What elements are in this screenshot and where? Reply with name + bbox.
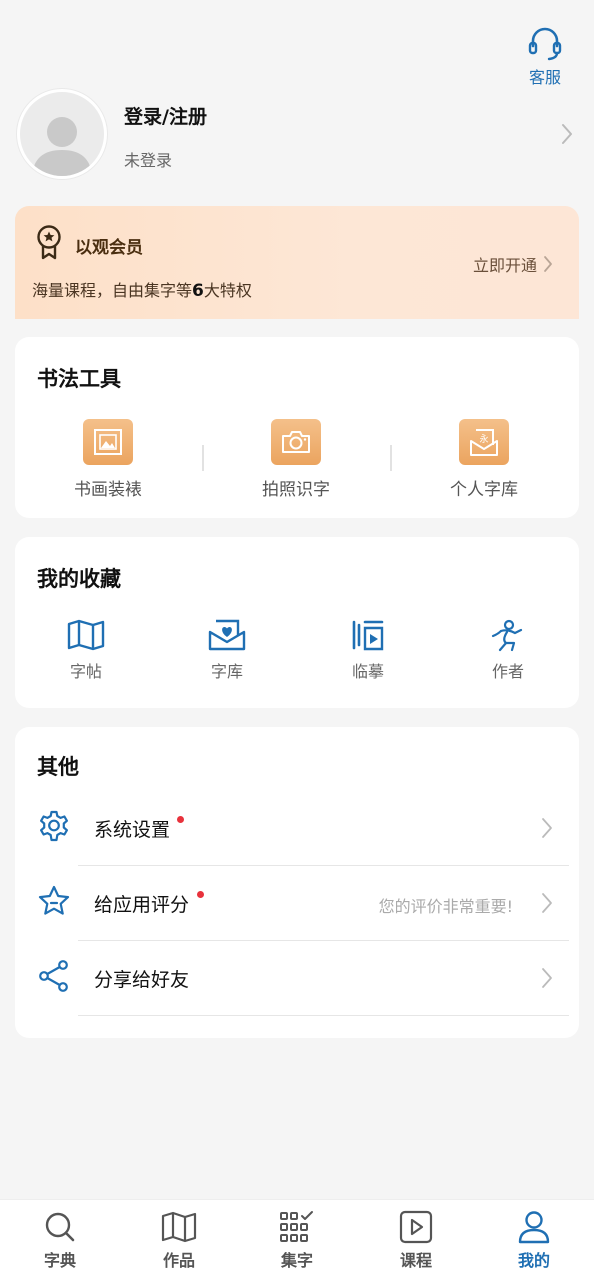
grid-check-icon [280,1211,313,1242]
favorite-label: 字帖 [69,662,102,681]
vip-title: 以观会员 [75,238,143,258]
headset-icon [528,27,562,61]
rate-app-label: 给应用评分 [94,894,190,916]
favorite-author[interactable]: 作者 [458,618,558,682]
favorites-title: 我的收藏 [37,567,121,591]
divider [390,445,392,471]
notification-dot [197,891,204,898]
search-icon [45,1212,75,1242]
rate-app-hint: 您的评价非常重要! [378,897,513,916]
share-icon [37,959,71,997]
tool-label: 书画装裱 [74,480,142,500]
vip-card[interactable]: 以观会员 海量课程，自由集字等6大特权 立即开通 [15,206,579,319]
customer-service-label: 客服 [528,68,561,87]
vip-privilege-count: 6 [192,281,204,301]
vip-activate-label: 立即开通 [473,256,538,275]
medal-icon [35,224,63,264]
tab-label: 我的 [517,1251,550,1270]
tab-collect-characters[interactable]: 集字 [257,1210,337,1271]
favorite-copy-practice[interactable]: 临摹 [318,618,418,682]
tab-dictionary[interactable]: 字典 [20,1210,100,1271]
rate-app-row[interactable]: 给应用评分 您的评价非常重要! [15,866,579,941]
gear-icon [37,809,71,847]
tab-courses[interactable]: 课程 [376,1210,456,1271]
camera-icon [271,419,321,465]
favorite-copybook[interactable]: 字帖 [36,618,136,682]
vip-description: 海量课程，自由集字等6大特权 [32,281,252,301]
divider [78,1015,569,1016]
book-icon [161,1211,197,1243]
svg-text:永: 永 [479,433,488,445]
share-label: 分享给好友 [94,969,190,991]
tool-label: 拍照识字 [262,480,330,500]
library-icon: 永 [459,419,509,465]
tool-photo-recognize[interactable]: 拍照识字 [221,419,371,500]
tool-mounting[interactable]: 书画装裱 [33,419,183,500]
star-icon [37,884,71,922]
play-icon [399,1210,433,1244]
tab-label: 作品 [162,1251,195,1270]
tools-title: 书法工具 [37,367,121,391]
other-card: 其他 系统设置 给应用评分 您的评价非常重要! 分享给好友 [15,727,579,1038]
settings-row[interactable]: 系统设置 [15,791,579,866]
other-title: 其他 [37,755,79,779]
copy-practice-icon [352,620,384,651]
frame-icon [83,419,133,465]
profile-chevron-icon[interactable] [560,122,574,150]
map-book-icon [67,619,105,651]
favorite-library[interactable]: 字库 [177,618,277,682]
vip-activate-button[interactable]: 立即开通 [473,252,553,276]
divider [202,445,204,471]
customer-service-button[interactable]: 客服 [520,26,570,88]
tab-label: 课程 [399,1251,432,1270]
heart-envelope-icon [208,619,246,651]
favorite-label: 临摹 [351,662,384,681]
author-icon [491,619,523,652]
chevron-right-icon [541,967,553,993]
login-status: 未登录 [124,151,173,170]
tool-personal-library[interactable]: 永 个人字库 [409,419,559,500]
user-icon [518,1211,550,1244]
default-avatar-icon [32,117,92,176]
favorite-label: 作者 [491,662,524,681]
favorites-card: 我的收藏 字帖 字库 临摹 作者 [15,537,579,708]
settings-label: 系统设置 [94,819,171,841]
tools-card: 书法工具 书画装裱 拍照识字 永 个人字库 [15,337,579,518]
tab-label: 集字 [280,1251,313,1270]
share-row[interactable]: 分享给好友 [15,941,579,1016]
bottom-tab-bar: 字典 作品 集字 课程 我的 [0,1199,594,1280]
tool-label: 个人字库 [450,480,518,500]
chevron-right-icon [541,892,553,918]
tab-mine[interactable]: 我的 [494,1210,574,1271]
chevron-right-icon [541,817,553,843]
notification-dot [177,816,184,823]
tab-label: 字典 [43,1251,76,1270]
favorite-label: 字库 [210,662,243,681]
chevron-right-icon [544,256,552,272]
tab-works[interactable]: 作品 [139,1210,219,1271]
avatar[interactable] [17,89,107,179]
login-register-link[interactable]: 登录/注册 [124,102,207,129]
